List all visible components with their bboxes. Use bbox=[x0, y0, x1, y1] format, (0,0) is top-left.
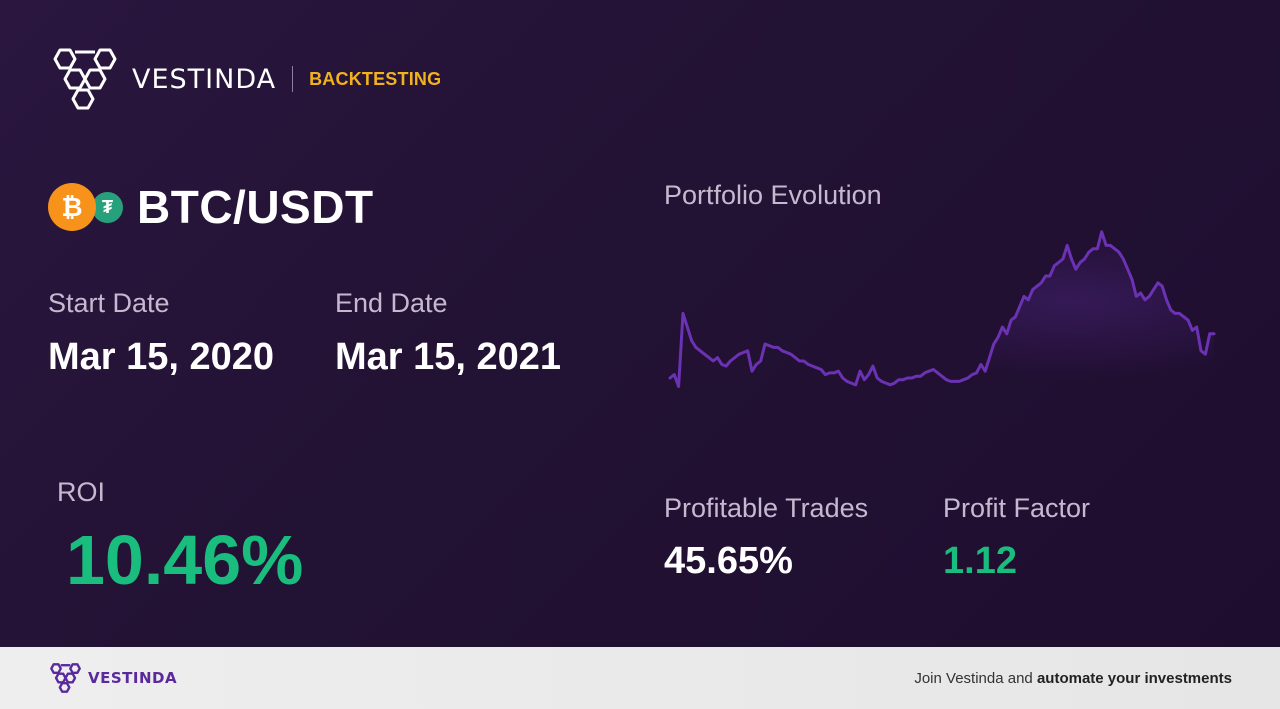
footer-cta-bold: automate your investments bbox=[1036, 669, 1232, 687]
footer-brand-name: VESTINDA bbox=[88, 669, 178, 687]
start-date-value: Mar 15, 2020 bbox=[48, 336, 275, 378]
end-date-label: End Date bbox=[335, 288, 448, 318]
pair-name: BTC/USDT bbox=[137, 181, 374, 233]
vestinda-logo-icon bbox=[53, 48, 117, 110]
footer-brand[interactable]: VESTINDA bbox=[48, 662, 177, 694]
profit-factor-label: Profit Factor bbox=[943, 493, 1091, 523]
profitable-trades-label: Profitable Trades bbox=[664, 493, 869, 523]
tether-icon: ₮ bbox=[92, 191, 123, 223]
vestinda-logo-icon bbox=[50, 663, 81, 693]
footer: VESTINDA Join Vestinda and automate your… bbox=[0, 647, 1280, 709]
trading-pair: ₿ ₮ BTC/USDT bbox=[48, 180, 374, 234]
brand-divider bbox=[292, 66, 294, 92]
brand-tag: BACKTESTING bbox=[309, 68, 442, 89]
chart-area-fill bbox=[670, 231, 1214, 405]
start-date-label: Start Date bbox=[48, 288, 170, 318]
portfolio-evolution-chart bbox=[668, 230, 1216, 405]
roi-label: ROI bbox=[57, 477, 106, 507]
footer-cta[interactable]: Join Vestinda and automate your investme… bbox=[914, 670, 1232, 687]
roi-value: 10.46% bbox=[66, 521, 304, 599]
brand-name: VESTINDA bbox=[132, 63, 277, 95]
header-brand: VESTINDA BACKTESTING bbox=[48, 46, 441, 112]
profitable-trades-value: 45.65% bbox=[664, 540, 793, 582]
end-date-value: Mar 15, 2021 bbox=[335, 336, 562, 378]
chart-title: Portfolio Evolution bbox=[664, 180, 882, 210]
backtest-card: VESTINDA BACKTESTING ₿ ₮ BTC/USDT Start … bbox=[0, 0, 1280, 647]
footer-cta-prefix: Join Vestinda and bbox=[914, 669, 1037, 687]
bitcoin-icon: ₿ bbox=[48, 183, 96, 231]
profit-factor-value: 1.12 bbox=[943, 540, 1017, 582]
